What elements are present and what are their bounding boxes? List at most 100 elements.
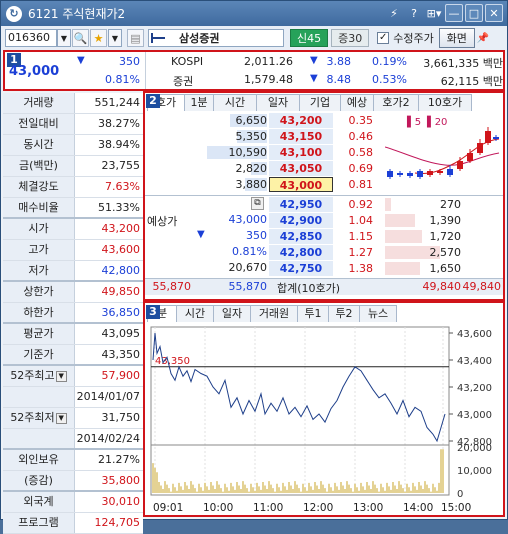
chart-tab-5[interactable]: 투1 [297,305,329,322]
chart-tab-7[interactable]: 뉴스 [359,305,397,322]
bid-price[interactable]: 42,800 [269,245,333,260]
stat-value: 42,800 [101,264,141,277]
stat-row: 52주최저 ▼ 31,750 [3,408,143,429]
candle-body [397,173,403,175]
stat-row: (증감) 35,800 [3,471,143,492]
stat-row: 상한가 49,850 [3,282,143,303]
bid-pct: 1.04 [348,214,374,227]
mini-candle-chart: ▌5 ▌20 [385,115,500,179]
chart-tab-6[interactable]: 투2 [328,305,360,322]
bid-qty: 270 [440,198,461,211]
tab-3[interactable]: 시간 [213,94,257,111]
favorite-star-icon[interactable]: ★ [90,29,107,47]
adjusted-price-checkbox[interactable]: ✓ 수정주가 [377,30,434,46]
code-dropdown-button[interactable]: ▼ [57,29,71,47]
stat-label-text: 52주최저 [10,411,55,424]
stat-value: 21.27% [98,453,140,466]
ask-price[interactable]: 43,000 [269,177,333,192]
intraday-chart: 43,60043,40043,20043,00042,80043,35020,0… [150,326,492,514]
help-button[interactable]: ? [405,4,423,22]
stat-label: 52주최고 ▼ [3,366,75,386]
index-1-name: KOSPI [171,55,204,68]
bid-qty: 2,570 [429,246,462,259]
index-1-change: 3.88 [326,55,352,68]
checkbox-mark[interactable]: ✓ [377,32,390,44]
pin-icon[interactable]: 📌 [477,33,489,44]
ask-qty: 5,350 [235,130,268,143]
candle-body [437,171,443,173]
stat-value: 551,244 [94,96,141,109]
total-bid-right: 49,840 [462,280,502,293]
stat-row: 전일대비 38.27% [3,114,143,135]
stat-row: 금(백만) 23,755 [3,156,143,177]
tab-7[interactable]: 호가2 [373,94,419,111]
total-ask-left: 55,870 [152,280,192,293]
screen-button[interactable]: 화면 [438,28,475,48]
stat-value: 36,850 [101,306,141,319]
stat-label-text: 고가 [28,243,49,256]
bid-row[interactable]: 42,800 1.27 2,570 [145,245,503,261]
time-tick-label: 12:00 [303,502,333,514]
ask-price[interactable]: 43,100 [269,145,333,160]
close-button[interactable]: ✕ [485,4,503,22]
favorite-dropdown-button[interactable]: ▼ [108,29,122,47]
search-icon[interactable]: 🔍 [72,29,89,47]
chart-tab-4[interactable]: 거래원 [250,305,298,322]
bid-row[interactable]: 42,950 0.92 270 [145,197,503,213]
candle-body [467,153,473,161]
period-dropdown-button[interactable]: ▼ [55,412,67,424]
ask-pct: 0.35 [348,114,374,127]
bid-price[interactable]: 42,750 [269,261,333,276]
link-icon[interactable]: ⚡ [385,4,403,22]
tab-5[interactable]: 기업 [299,94,341,111]
current-price: 43,000 [9,64,60,79]
stock-code-input[interactable]: 016360 [5,29,57,47]
adjusted-price-label: 수정주가 [393,32,434,45]
period-dropdown-button[interactable]: ▼ [55,370,67,382]
stat-label-text: 전일대비 [18,117,59,130]
ask-price[interactable]: 43,050 [269,161,333,176]
tab-4[interactable]: 일자 [256,94,300,111]
window-menu-button[interactable]: ⊞▾ [425,4,443,22]
tab-2[interactable]: 1분 [184,94,214,111]
minimize-button[interactable]: — [445,4,463,22]
ask-price[interactable]: 43,200 [269,113,333,128]
bid-row[interactable]: 42,900 1.04 1,390 [145,213,503,229]
stat-label: (증감) [3,471,75,490]
stat-row: 저가 42,800 [3,261,143,282]
stat-row: 체결강도 7.63% [3,177,143,198]
chart-tab-2[interactable]: 시간 [176,305,214,322]
bid-price[interactable]: 42,850 [269,229,333,244]
stat-label [3,429,75,448]
maximize-button[interactable]: □ [465,4,483,22]
stat-value: 23,755 [101,159,141,172]
bid-pct: 0.92 [348,198,374,211]
ask-price[interactable]: 43,150 [269,129,333,144]
copy-icon[interactable]: ⧉ [251,197,264,210]
stat-value: 43,600 [101,243,141,256]
candle-body [427,171,433,175]
bid-row[interactable]: 42,750 1.38 1,650 [145,261,503,277]
stat-value: 2014/01/07 [76,390,140,403]
candle-body [477,143,483,153]
stat-value: 57,900 [101,369,141,382]
tab-6[interactable]: 예상 [340,94,374,111]
stat-value: 38.27% [98,117,140,130]
tab-8[interactable]: 10호가 [418,94,472,111]
stock-name: 삼성증권 [179,32,220,45]
stock-quote-window: ↻ 6121 주식현재가2 ⚡ ? ⊞▾ — □ ✕ 016360 ▼ 🔍 ★ … [0,0,508,534]
divider [145,52,146,89]
reference-label: 43,350 [155,356,190,367]
stat-row: 시가 43,200 [3,219,143,240]
stat-value: 38.94% [98,138,140,151]
stat-row: 외국계 30,010 [3,492,143,513]
memo-icon[interactable]: ▤ [127,29,144,47]
chart-tab-3[interactable]: 일자 [213,305,251,322]
bid-price[interactable]: 42,900 [269,213,333,228]
bid-price[interactable]: 42,950 [269,197,333,212]
stat-label: 금(백만) [3,156,75,176]
bid-pct: 1.27 [348,246,374,259]
ask-qty: 2,820 [235,162,268,175]
stat-label-text: 외국계 [23,495,54,508]
price-tick-label: 43,600 [457,329,492,340]
